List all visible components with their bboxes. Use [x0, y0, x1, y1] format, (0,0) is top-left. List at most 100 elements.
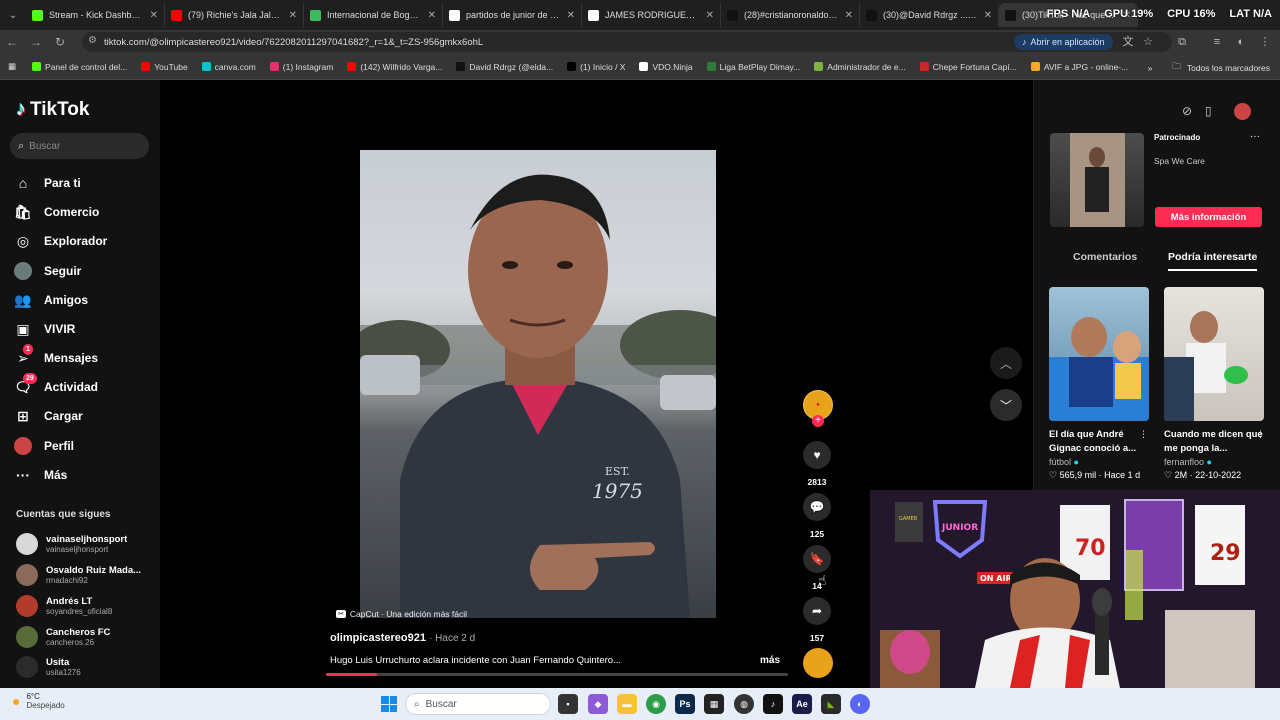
- close-tab-icon[interactable]: ✕: [567, 10, 575, 21]
- obs-icon[interactable]: ◍: [734, 694, 754, 714]
- save-button[interactable]: 🔖: [803, 545, 831, 573]
- taskbar-search[interactable]: ⌕ Buscar: [405, 693, 551, 715]
- share-button[interactable]: ➦: [803, 597, 831, 625]
- comment-button[interactable]: 💬: [803, 493, 831, 521]
- browser-tab[interactable]: JAMES RODRIGUEZ - Busc ✕: [582, 3, 721, 27]
- close-tab-icon[interactable]: ✕: [984, 10, 992, 21]
- sidebar-item-actividad[interactable]: 🗨 29 Actividad: [14, 373, 98, 398]
- calculator-icon[interactable]: ▦: [704, 694, 724, 714]
- following-account[interactable]: Andrés LT soyandres_oficial8: [16, 594, 156, 618]
- bookmark-item[interactable]: Panel de control del...: [32, 62, 127, 72]
- video-author-name[interactable]: olimpicastereo921: [330, 632, 426, 644]
- task-view-icon[interactable]: ▪: [558, 694, 578, 714]
- extensions-icon[interactable]: ⧉: [1175, 35, 1189, 49]
- translate-icon[interactable]: 文: [1121, 35, 1135, 49]
- forward-icon[interactable]: →: [24, 30, 48, 54]
- tab-search-icon[interactable]: ⌄: [0, 0, 26, 30]
- open-in-app-button[interactable]: ♪ Abrir en aplicación: [1014, 34, 1113, 50]
- sidebar-item-cargar[interactable]: ⊞ Cargar: [14, 405, 83, 427]
- profile-avatar-icon[interactable]: ◐: [1234, 35, 1248, 49]
- following-account[interactable]: Cancheros FC cancheros.26: [16, 625, 156, 649]
- nvidia-icon[interactable]: ◣: [821, 694, 841, 714]
- chrome-icon[interactable]: ◉: [646, 694, 666, 714]
- device-icon[interactable]: ▯: [1205, 104, 1212, 118]
- bookmark-item[interactable]: YouTube: [141, 62, 188, 72]
- url-field[interactable]: ⚙ tiktok.com/@olimpicastereo921/video/76…: [82, 32, 1172, 52]
- sidebar-item-para-ti[interactable]: ⌂ Para ti: [14, 172, 81, 194]
- sidebar-item-mensajes[interactable]: ➢ 1 Mensajes: [14, 344, 98, 369]
- video-player[interactable]: EST. 1975: [360, 150, 716, 618]
- browser-tab[interactable]: (30)@David Rdrgz ... | Tik ✕: [860, 3, 999, 27]
- tab-comments[interactable]: Comentarios: [1073, 251, 1137, 263]
- following-account[interactable]: vainaseljhonsport vainaseljhonsport: [16, 532, 156, 556]
- music-disc-icon[interactable]: [803, 648, 833, 678]
- compass-top-icon[interactable]: ⊘: [1182, 104, 1192, 118]
- browser-menu-icon[interactable]: ⋮: [1258, 35, 1272, 49]
- following-account[interactable]: Usita usita1276: [16, 655, 156, 679]
- close-tab-icon[interactable]: ✕: [845, 10, 853, 21]
- sidebar-item-más[interactable]: ··· Más: [14, 464, 67, 486]
- bookmark-star-icon[interactable]: ☆: [1141, 35, 1155, 49]
- bookmark-item[interactable]: AVIF a JPG - online-...: [1030, 62, 1128, 72]
- discord-icon[interactable]: ◐: [850, 694, 870, 714]
- windows-start-icon[interactable]: [381, 696, 397, 712]
- sidebar-item-seguir[interactable]: Seguir: [14, 260, 81, 282]
- browser-tab[interactable]: Internacional de Bogotá \ ✕: [304, 3, 443, 27]
- apps-grid-icon[interactable]: ▦: [8, 61, 16, 72]
- bookmark-item[interactable]: (1) Inicio / X: [567, 62, 625, 72]
- back-icon[interactable]: ←: [0, 30, 24, 54]
- weather-widget[interactable]: ● 6°C Despejado: [12, 692, 65, 710]
- more-info-button[interactable]: Más información: [1155, 207, 1262, 227]
- close-tab-icon[interactable]: ✕: [428, 10, 436, 21]
- more-bookmarks-icon[interactable]: »: [1148, 63, 1153, 73]
- tiktok-app-icon[interactable]: ♪: [763, 694, 783, 714]
- photoshop-icon[interactable]: Ps: [675, 694, 695, 714]
- browser-tab[interactable]: (28)#cristianoronaldo #gc ✕: [721, 3, 860, 27]
- like-button[interactable]: ♥: [803, 441, 831, 469]
- bookmark-item[interactable]: Administrador de e...: [814, 62, 906, 72]
- bookmark-item[interactable]: VDO.Ninja: [639, 62, 693, 72]
- card-more-icon[interactable]: ⋮: [1256, 429, 1265, 440]
- sidebar-item-amigos[interactable]: 👥 Amigos: [14, 289, 88, 311]
- bookmark-item[interactable]: Chepe Fortuna Capí...: [919, 62, 1017, 72]
- close-tab-icon[interactable]: ✕: [289, 10, 297, 21]
- follow-plus-icon[interactable]: +: [812, 415, 824, 427]
- video-author[interactable]: olimpicastereo921 · Hace 2 d: [330, 632, 475, 644]
- browser-tab[interactable]: partidos de junior de barr ✕: [443, 3, 582, 27]
- bookmark-item[interactable]: canva.com: [201, 62, 256, 72]
- browser-tab[interactable]: (79) Richie's Jala Jala - Yo ✕: [165, 3, 304, 27]
- previous-video-button[interactable]: ︿: [990, 347, 1022, 379]
- tiktok-logo[interactable]: ♪ TikTok: [16, 98, 89, 121]
- sidebar-item-perfil[interactable]: Perfil: [14, 435, 74, 457]
- user-avatar-icon[interactable]: [1234, 103, 1251, 120]
- all-bookmarks-link[interactable]: Todos los marcadores: [1187, 63, 1270, 73]
- sidebar-item-comercio[interactable]: 🛍 Comercio: [14, 201, 99, 223]
- sidebar-item-explorador[interactable]: ◎ Explorador: [14, 230, 107, 252]
- close-tab-icon[interactable]: ✕: [706, 10, 714, 21]
- next-video-button[interactable]: ﹀: [990, 389, 1022, 421]
- bookmark-item[interactable]: (1) Instagram: [269, 62, 333, 72]
- reading-list-icon[interactable]: ≡: [1210, 35, 1224, 49]
- reload-icon[interactable]: ↻: [48, 30, 72, 54]
- following-account[interactable]: Osvaldo Ruiz Mada... rmadachi92: [16, 563, 156, 587]
- suggested-video-card[interactable]: ⋮ El día que André Gignac conoció a... f…: [1049, 287, 1149, 481]
- site-info-icon[interactable]: ⚙: [88, 35, 97, 46]
- suggested-video-card[interactable]: ⋮ Cuando me dicen que me ponga la... fer…: [1164, 287, 1265, 481]
- sponsored-more-icon[interactable]: ···: [1250, 131, 1260, 142]
- sponsored-thumbnail[interactable]: [1050, 133, 1144, 227]
- description-more-link[interactable]: más: [760, 655, 780, 666]
- after-effects-icon[interactable]: Ae: [792, 694, 812, 714]
- browser-tab[interactable]: Stream - Kick Dashboard ✕: [26, 3, 165, 27]
- bookmark-item[interactable]: (142) Wilfrido Varga...: [347, 62, 442, 72]
- copilot-icon[interactable]: ◆: [588, 694, 608, 714]
- tab-suggestions[interactable]: Podría interesarte: [1168, 251, 1258, 271]
- search-input[interactable]: ⌕ Buscar: [10, 133, 149, 159]
- capcut-label[interactable]: ✂ CapCut · Una edición más fácil: [336, 609, 467, 619]
- card-more-icon[interactable]: ⋮: [1139, 429, 1148, 440]
- sidebar-item-vivir[interactable]: ▣ VIVIR: [14, 318, 75, 340]
- video-progress-bar[interactable]: [326, 673, 788, 676]
- bookmark-item[interactable]: Liga BetPlay Dimay...: [706, 62, 800, 72]
- file-explorer-icon[interactable]: ▬: [617, 694, 637, 714]
- close-tab-icon[interactable]: ✕: [150, 10, 158, 21]
- bookmark-item[interactable]: David Rdrgz (@elda...: [456, 62, 553, 72]
